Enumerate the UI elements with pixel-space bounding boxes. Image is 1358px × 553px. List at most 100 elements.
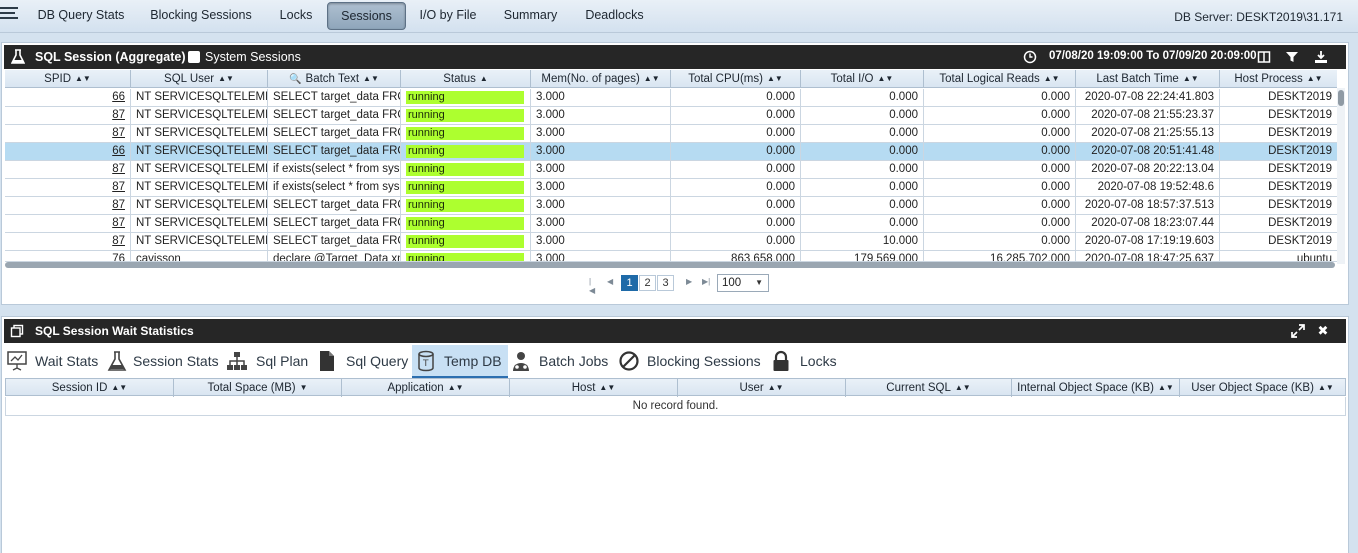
subtab-blocking-sessions[interactable]: Blocking Sessions — [616, 345, 766, 378]
users-icon — [510, 350, 532, 372]
cell-status: running — [401, 233, 531, 250]
status-badge: running — [406, 253, 524, 261]
cell-total-logical-reads: 0.000 — [924, 179, 1076, 196]
cell-total-logical-reads: 0.000 — [924, 143, 1076, 160]
col-total-io[interactable]: Total I/O ▲▼ — [801, 70, 924, 88]
table-row[interactable]: 66NT SERVICESQLTELEMETRYSELECT target_da… — [5, 143, 1337, 161]
session-panel-title: SQL Session (Aggregate) — [35, 50, 186, 64]
status-badge: running — [406, 217, 524, 230]
cell-host-process: DESKT2019 — [1268, 181, 1332, 193]
tab-deadlocks[interactable]: Deadlocks — [579, 2, 650, 30]
expand-icon[interactable] — [1291, 323, 1307, 339]
tab-db-query-stats[interactable]: DB Query Stats — [33, 2, 129, 30]
subtab-temp-db[interactable]: T Temp DB — [412, 345, 508, 378]
table-row[interactable]: 87NT SERVICESQLTELEMETRYif exists(select… — [5, 161, 1337, 179]
last-page-icon[interactable]: ▶| — [702, 277, 710, 286]
cell-batch-text: SELECT target_data FROM — [268, 107, 401, 124]
subtab-session-stats[interactable]: Session Stats — [104, 345, 222, 378]
table-row[interactable]: 76 cavisson declare @Target_Data xml runnin… — [5, 251, 1337, 262]
page-1-button[interactable]: 1 — [621, 275, 638, 291]
col-status[interactable]: Status ▲ — [401, 70, 531, 88]
col-total-logical-reads[interactable]: Total Logical Reads ▲▼ — [924, 70, 1076, 88]
cell-status: running — [401, 197, 531, 214]
cell-last-batch-time: 2020-07-08 20:51:41.48 — [1076, 143, 1220, 160]
table-row[interactable]: 66NT SERVICESQLTELEMETRYSELECT target_da… — [5, 89, 1337, 107]
cell-sql-user: NT SERVICESQLTELEMETRY — [131, 89, 268, 106]
col-current-sql[interactable]: Current SQL ▲▼ — [846, 379, 1012, 397]
subtab-sql-query[interactable]: Sql Query — [316, 345, 412, 378]
col-batch-text[interactable]: 🔍 Batch Text ▲▼ — [268, 70, 401, 88]
cell-spid[interactable]: 66 — [5, 143, 131, 160]
table-row[interactable]: 87NT SERVICESQLTELEMETRYSELECT target_da… — [5, 233, 1337, 251]
subtab-wait-stats[interactable]: Wait Stats — [4, 345, 104, 378]
chevron-down-icon: ▼ — [755, 278, 763, 287]
cell-spid[interactable]: 87 — [5, 161, 131, 178]
close-icon[interactable]: ✖ — [1315, 323, 1331, 339]
cell-total-logical-reads: 16,285,702.000 — [924, 251, 1076, 261]
col-internal-object-space[interactable]: Internal Object Space (KB) ▲▼ — [1012, 379, 1180, 397]
col-user[interactable]: User ▲▼ — [678, 379, 846, 397]
filter-icon[interactable] — [1285, 49, 1301, 65]
cell-total-cpu: 863,658.000 — [671, 251, 801, 261]
cell-spid[interactable]: 87 — [5, 179, 131, 196]
col-total-space[interactable]: Total Space (MB) ▼ — [174, 379, 342, 397]
status-badge: running — [406, 235, 524, 248]
cell-mem: 3.000 — [531, 179, 671, 196]
first-page-icon[interactable]: |◀ — [589, 277, 595, 295]
col-mem[interactable]: Mem(No. of pages) ▲▼ — [531, 70, 671, 88]
db-server-label: DB Server: DESKT2019\31.171 — [1174, 10, 1343, 24]
table-row[interactable]: 87NT SERVICESQLTELEMETRYSELECT target_da… — [5, 197, 1337, 215]
horizontal-scrollbar[interactable] — [5, 262, 1335, 268]
col-session-id[interactable]: Session ID ▲▼ — [6, 379, 174, 397]
table-row[interactable]: 87NT SERVICESQLTELEMETRYSELECT target_da… — [5, 107, 1337, 125]
subtab-label: Blocking Sessions — [647, 353, 761, 369]
cell-total-cpu: 0.000 — [671, 143, 801, 160]
col-user-object-space[interactable]: User Object Space (KB) ▲▼ — [1180, 379, 1345, 397]
subtab-locks[interactable]: Locks — [770, 345, 842, 378]
table-row[interactable]: 87NT SERVICESQLTELEMETRYSELECT target_da… — [5, 215, 1337, 233]
col-last-batch-time[interactable]: Last Batch Time ▲▼ — [1076, 70, 1220, 88]
col-application[interactable]: Application ▲▼ — [342, 379, 510, 397]
cell-spid[interactable]: 87 — [5, 215, 131, 232]
tab-sessions[interactable]: Sessions — [327, 2, 406, 30]
cell-batch-text: SELECT target_data FROM — [268, 89, 401, 106]
table-row[interactable]: 87NT SERVICESQLTELEMETRYif exists(select… — [5, 179, 1337, 197]
system-sessions-checkbox[interactable] — [188, 51, 200, 63]
search-icon: 🔍 — [289, 74, 302, 85]
cell-spid[interactable]: 66 — [5, 89, 131, 106]
col-spid[interactable]: SPID ▲▼ — [5, 70, 131, 88]
tab-blocking-sessions[interactable]: Blocking Sessions — [144, 2, 258, 30]
col-host-process[interactable]: Host Process ▲▼ — [1220, 70, 1337, 88]
session-table-header: SPID ▲▼ SQL User ▲▼ 🔍 Batch Text ▲▼ Status ▲ … — [5, 70, 1337, 88]
cell-spid[interactable]: 76 — [5, 251, 131, 261]
cell-spid[interactable]: 87 — [5, 107, 131, 124]
tab-locks[interactable]: Locks — [272, 2, 320, 30]
tab-io-by-file[interactable]: I/O by File — [414, 2, 482, 30]
cell-spid[interactable]: 87 — [5, 197, 131, 214]
subtab-sql-plan[interactable]: Sql Plan — [224, 345, 314, 378]
col-host[interactable]: Host ▲▼ — [510, 379, 678, 397]
status-badge: running — [406, 199, 524, 212]
cell-sql-user: NT SERVICESQLTELEMETRY — [131, 107, 268, 124]
page-size-select[interactable]: 100 ▼ — [717, 274, 769, 292]
ban-icon — [618, 350, 640, 372]
vertical-scrollbar[interactable] — [1337, 88, 1345, 264]
cell-spid[interactable]: 87 — [5, 233, 131, 250]
col-total-cpu[interactable]: Total CPU(ms) ▲▼ — [671, 70, 801, 88]
flask-icon — [106, 350, 128, 372]
prev-page-icon[interactable]: ◀ — [607, 277, 613, 286]
page-3-button[interactable]: 3 — [657, 275, 674, 291]
cell-spid[interactable]: 87 — [5, 125, 131, 142]
table-row[interactable]: 87NT SERVICESQLTELEMETRYSELECT target_da… — [5, 125, 1337, 143]
cell-total-io: 10.000 — [801, 233, 924, 250]
download-icon[interactable] — [1314, 49, 1330, 65]
subtab-batch-jobs[interactable]: Batch Jobs — [510, 345, 614, 378]
menu-icon[interactable] — [0, 5, 22, 23]
tab-summary[interactable]: Summary — [497, 2, 564, 30]
next-page-icon[interactable]: ▶ — [686, 277, 692, 286]
page-2-button[interactable]: 2 — [639, 275, 656, 291]
columns-icon[interactable] — [1257, 49, 1273, 65]
sitemap-icon — [226, 350, 248, 372]
col-sql-user[interactable]: SQL User ▲▼ — [131, 70, 268, 88]
cell-host-process: DESKT2019 — [1268, 163, 1332, 175]
